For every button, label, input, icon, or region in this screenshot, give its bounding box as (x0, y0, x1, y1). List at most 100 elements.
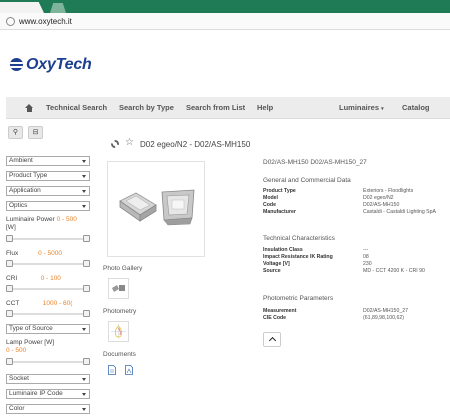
ip-code-select[interactable]: Luminaire IP Code (6, 389, 90, 399)
slider-max-handle[interactable] (83, 285, 90, 292)
cct-slider[interactable] (6, 310, 90, 317)
nav-search-from-list[interactable]: Search from List (186, 97, 245, 119)
optics-select-value: Optics (9, 202, 28, 209)
type-of-source-value: Type of Source (9, 325, 53, 332)
star-icon[interactable]: ☆ (125, 138, 134, 148)
nav-search-by-type[interactable]: Search by Type (119, 97, 174, 119)
table-row: Voltage [V] 230 (263, 261, 450, 268)
row-value: Exteriors - Floodlights (363, 188, 414, 194)
slider-track (9, 238, 87, 240)
filter-sidebar: ⚲ ⊟ Ambient Product Type Application Opt… (6, 126, 92, 418)
photo-gallery-label: Photo Gallery (103, 265, 143, 272)
slider-max-handle[interactable] (83, 235, 90, 242)
cri-slider[interactable] (6, 285, 90, 292)
ambient-select-value: Ambient (9, 157, 33, 164)
table-row: Measurement D02/AS-MH150_27 (263, 308, 450, 315)
luminaire-power-label: Luminaire Power 0 - 500 (6, 216, 77, 223)
photometry-label: Photometry (103, 308, 137, 315)
slider-max-handle[interactable] (83, 310, 90, 317)
slider-min-handle[interactable] (6, 358, 13, 365)
general-data-heading: General and Commercial Data (263, 177, 351, 184)
photometric-file-icon[interactable] (125, 365, 133, 375)
slider-max-handle[interactable] (83, 358, 90, 365)
optics-select[interactable]: Optics (6, 201, 90, 211)
row-key: Impact Resistance IK Rating (263, 254, 333, 260)
table-row: CIE Code (61,89,98,100,62) (263, 315, 450, 322)
slider-min-handle[interactable] (6, 235, 13, 242)
dropdown-arrow-icon (82, 175, 86, 178)
nav-catalog[interactable]: Catalog (402, 97, 430, 119)
main-navbar: Technical Search Search by Type Search f… (6, 97, 450, 119)
ambient-select[interactable]: Ambient (6, 156, 90, 166)
slider-min-handle[interactable] (6, 260, 13, 267)
cct-label: CCT 1000 - 60( (6, 300, 72, 307)
slider-track (9, 313, 87, 315)
dropdown-arrow-icon (82, 160, 86, 163)
luminaire-power-slider[interactable] (6, 235, 90, 242)
nav-luminaires-dropdown[interactable]: Luminaires ▾ (339, 97, 384, 119)
table-row: Model D02 egeo/N2 (263, 195, 450, 202)
browser-tab-active[interactable] (0, 2, 44, 13)
product-image[interactable] (107, 161, 205, 257)
dropdown-arrow-icon (82, 328, 86, 331)
color-select[interactable]: Color (6, 404, 90, 414)
row-value: D02 egeo/N2 (363, 195, 394, 201)
home-icon[interactable] (25, 104, 33, 112)
row-value: (61,89,98,100,62) (363, 315, 404, 321)
brand-name: OxyTech (26, 56, 92, 73)
search-button[interactable]: ⚲ (8, 126, 23, 139)
row-value: D02/AS-MH150 (363, 202, 400, 208)
table-row: Source MD - CCT 4200 K - CRI 90 (263, 268, 450, 275)
flux-label: Flux 0 - 5000 (6, 250, 62, 257)
browser-tab-bar (0, 0, 450, 13)
reset-icon: ⊟ (32, 129, 39, 136)
dropdown-arrow-icon (82, 408, 86, 411)
slider-min-handle[interactable] (6, 285, 13, 292)
row-value: D02/AS-MH150_27 (363, 308, 408, 314)
product-content: ☆ D02 egeo/N2 - D02/AS-MH150 Photo Galle… (100, 126, 450, 418)
slider-min-handle[interactable] (6, 310, 13, 317)
row-key: Measurement (263, 308, 297, 314)
caret-down-icon: ▾ (381, 106, 384, 112)
gallery-thumbnail[interactable] (108, 278, 129, 299)
luminaire-power-unit: [W] (6, 224, 16, 231)
document-download-icon[interactable] (108, 365, 116, 375)
slider-track (9, 288, 87, 290)
table-row: Product Type Exteriors - Floodlights (263, 188, 450, 195)
application-select-value: Application (9, 187, 41, 194)
photometric-heading: Photometric Parameters (263, 295, 334, 302)
nav-technical-search[interactable]: Technical Search (46, 97, 107, 119)
flux-range: 0 - 5000 (38, 250, 63, 257)
socket-select[interactable]: Socket (6, 374, 90, 384)
gallery-thumbnail-image (112, 285, 125, 292)
site-info-icon[interactable] (6, 17, 15, 26)
browser-new-tab-button[interactable] (50, 3, 66, 13)
row-value: 230 (363, 261, 372, 267)
type-of-source-select[interactable]: Type of Source (6, 324, 90, 334)
url-field[interactable]: www.oxytech.it (6, 15, 446, 28)
cri-text: CRI (6, 275, 18, 282)
lamp-power-slider[interactable] (6, 358, 90, 365)
url-text[interactable]: www.oxytech.it (19, 15, 72, 28)
reset-filters-button[interactable]: ⊟ (28, 126, 43, 139)
nav-help[interactable]: Help (257, 97, 273, 119)
product-type-select[interactable]: Product Type (6, 171, 90, 181)
photometry-thumbnail[interactable] (108, 321, 129, 342)
row-value: Castaldi - Castaldi Lighting SpA (363, 209, 436, 215)
flux-slider[interactable] (6, 260, 90, 267)
cct-range: 1000 - 60( (42, 300, 73, 307)
application-select[interactable]: Application (6, 186, 90, 196)
lamp-power-range-value: 0 - 500 (6, 347, 27, 354)
luminaire-power-range: 0 - 500 (56, 216, 77, 223)
dropdown-arrow-icon (82, 205, 86, 208)
table-row: Impact Resistance IK Rating 08 (263, 254, 450, 261)
cct-text: CCT (6, 300, 20, 307)
gear-icon[interactable] (111, 140, 119, 148)
row-key: Source (263, 268, 281, 274)
row-value: 08 (363, 254, 369, 260)
scroll-to-top-button[interactable] (263, 332, 281, 347)
socket-value: Socket (9, 375, 29, 382)
row-key: Product Type (263, 188, 296, 194)
cri-range: 0 - 100 (40, 275, 61, 282)
slider-max-handle[interactable] (83, 260, 90, 267)
